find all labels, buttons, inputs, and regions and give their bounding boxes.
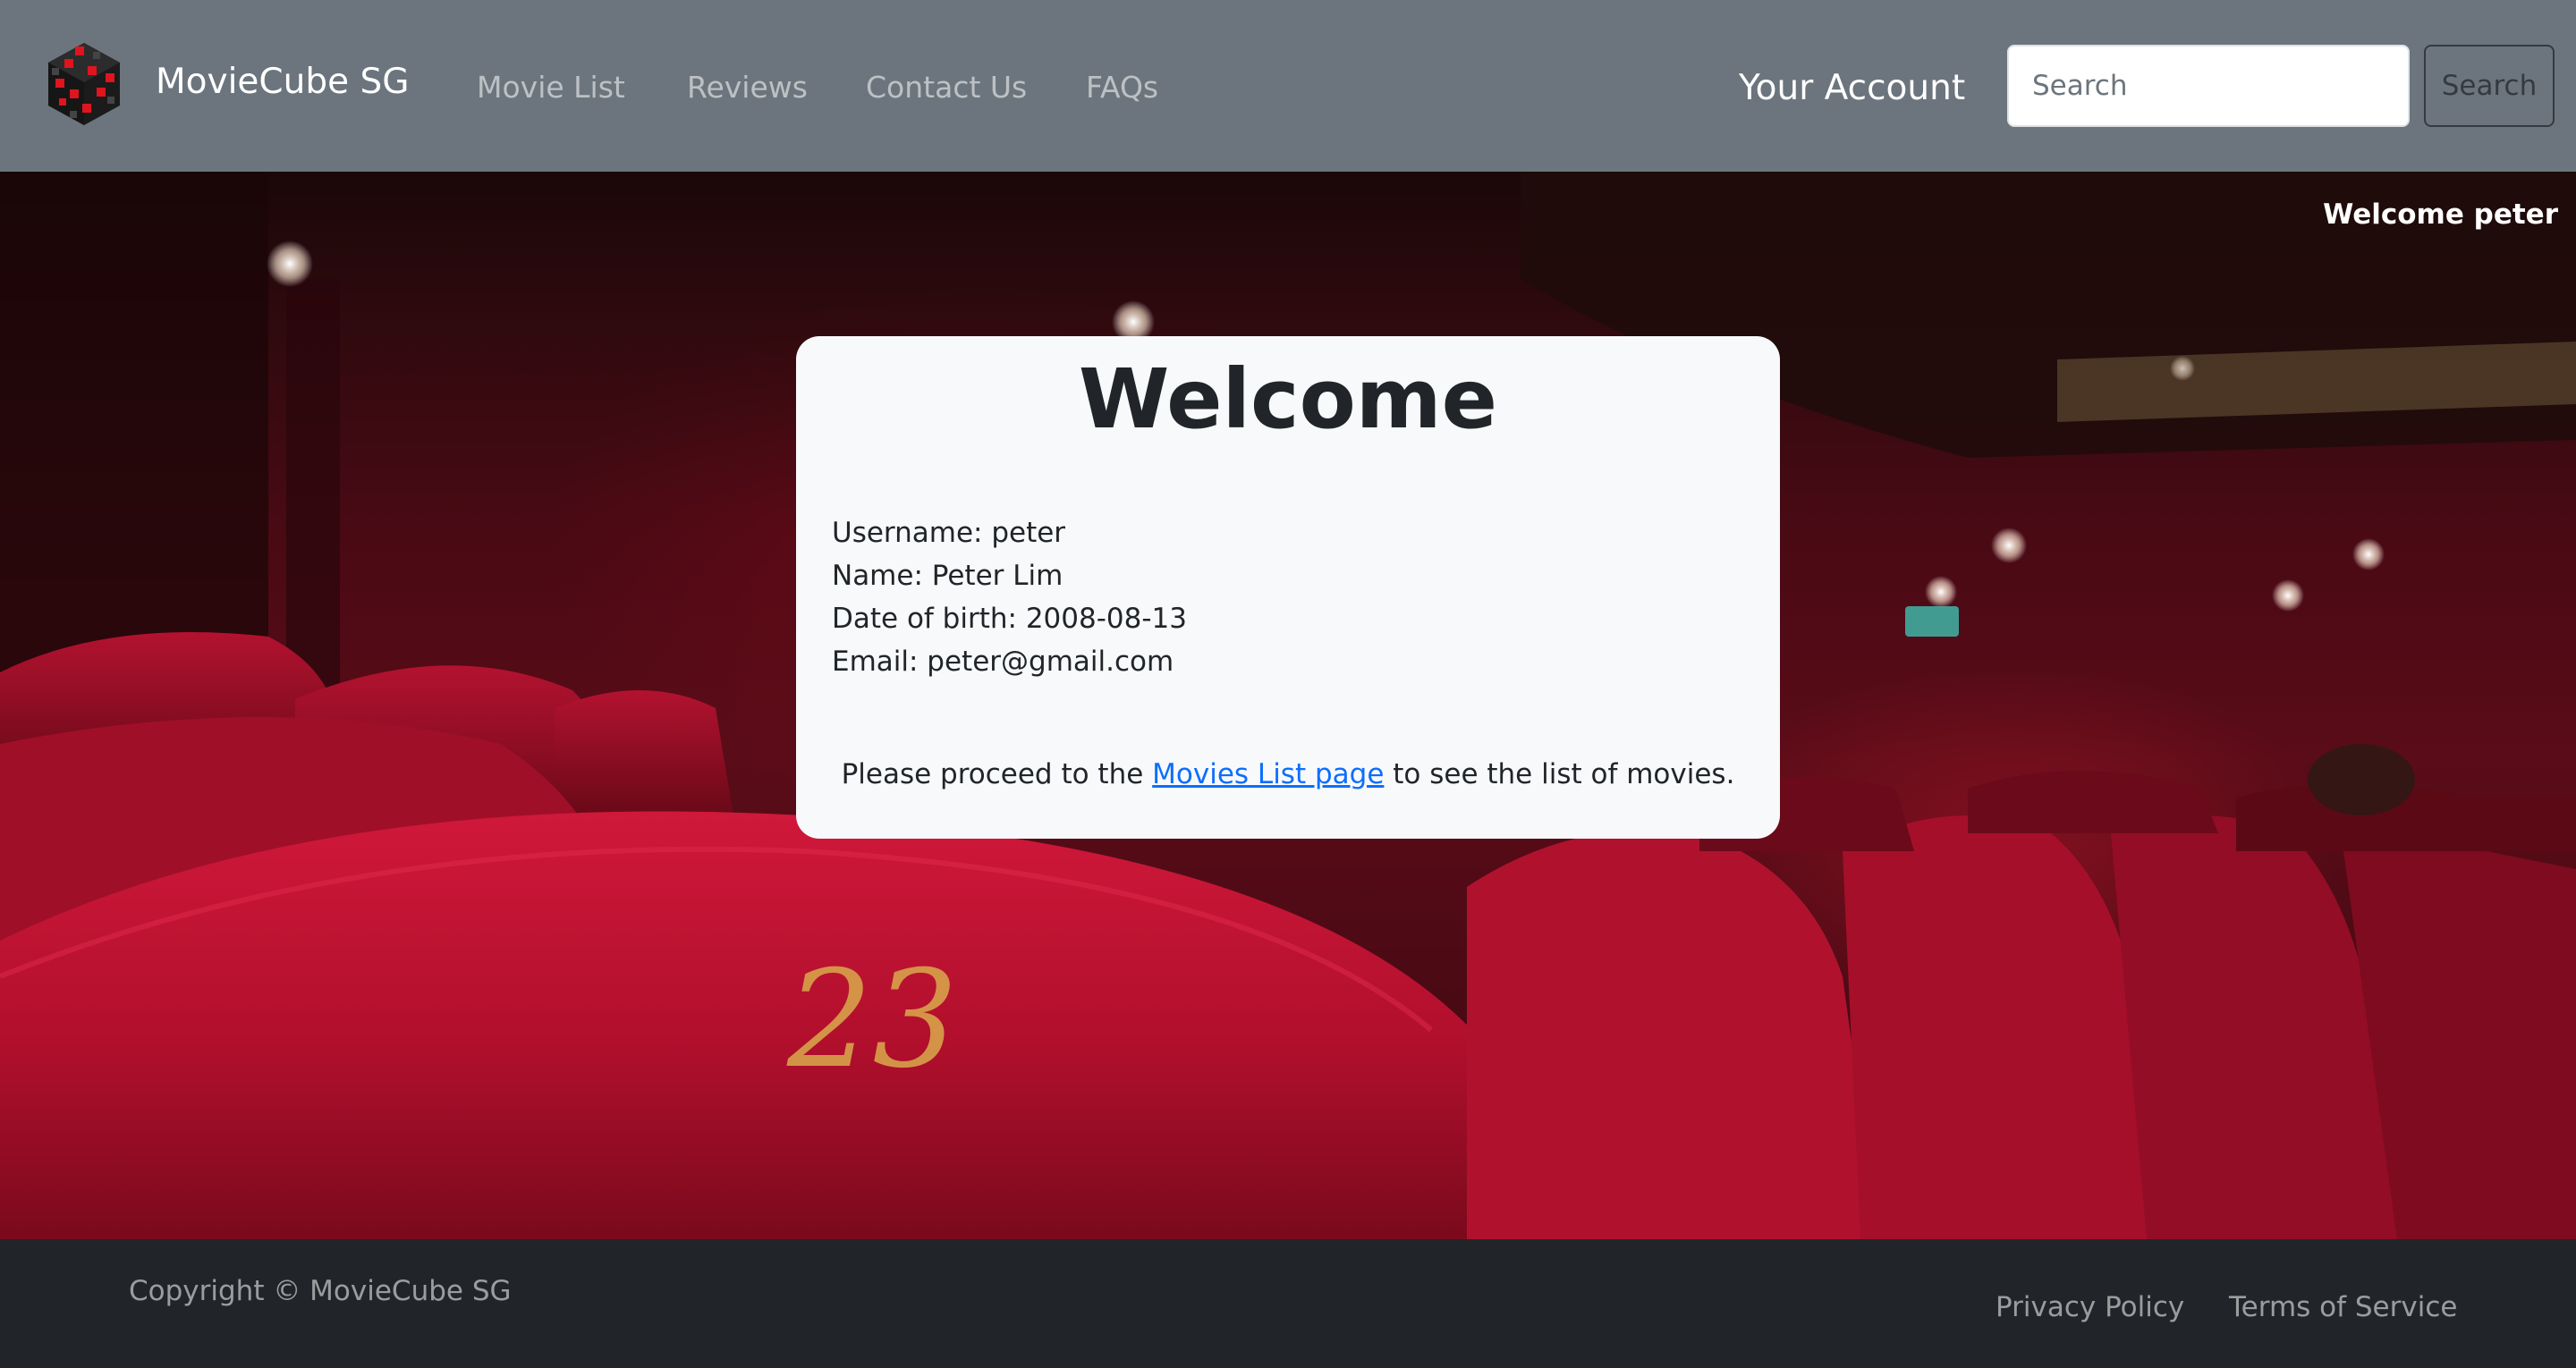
privacy-policy-link[interactable]: Privacy Policy bbox=[1996, 1286, 2184, 1329]
welcome-card: Welcome Username: peter Name: Peter Lim … bbox=[796, 336, 1780, 839]
movies-list-page-link[interactable]: Movies List page bbox=[1152, 758, 1384, 790]
brand-name[interactable]: MovieCube SG bbox=[156, 57, 410, 107]
proceed-text: Please proceed to the Movies List page t… bbox=[796, 753, 1780, 796]
dob-text: Date of birth: 2008-08-13 bbox=[832, 603, 1187, 635]
proceed-before-text: Please proceed to the bbox=[841, 758, 1153, 790]
hero-background: 23 Welcome peter Welcome Username: peter… bbox=[0, 172, 2576, 1239]
nav-contact-us[interactable]: Contact Us bbox=[866, 66, 1027, 109]
nav-reviews[interactable]: Reviews bbox=[687, 66, 808, 109]
welcome-user-text: Welcome peter bbox=[2323, 198, 2558, 231]
nav-faqs[interactable]: FAQs bbox=[1086, 66, 1158, 109]
navbar: MovieCube SG Movie List Reviews Contact … bbox=[0, 0, 2576, 172]
your-account-link[interactable]: Your Account bbox=[1739, 64, 1965, 113]
email-text: Email: peter@gmail.com bbox=[832, 646, 1174, 678]
search-button[interactable]: Search bbox=[2424, 45, 2555, 127]
copyright-text: Copyright © MovieCube SG bbox=[129, 1275, 512, 1307]
username-text: Username: peter bbox=[832, 517, 1066, 549]
proceed-after-text: to see the list of movies. bbox=[1384, 758, 1735, 790]
cube-logo-icon[interactable] bbox=[43, 39, 125, 129]
name-text: Name: Peter Lim bbox=[832, 560, 1063, 592]
search-input[interactable] bbox=[2007, 45, 2410, 127]
page-title: Welcome bbox=[1078, 351, 1498, 447]
terms-of-service-link[interactable]: Terms of Service bbox=[2229, 1286, 2457, 1329]
footer: Copyright © MovieCube SG Privacy Policy … bbox=[0, 1239, 2576, 1368]
nav-movie-list[interactable]: Movie List bbox=[477, 66, 625, 109]
seat-number: 23 bbox=[786, 942, 958, 1098]
